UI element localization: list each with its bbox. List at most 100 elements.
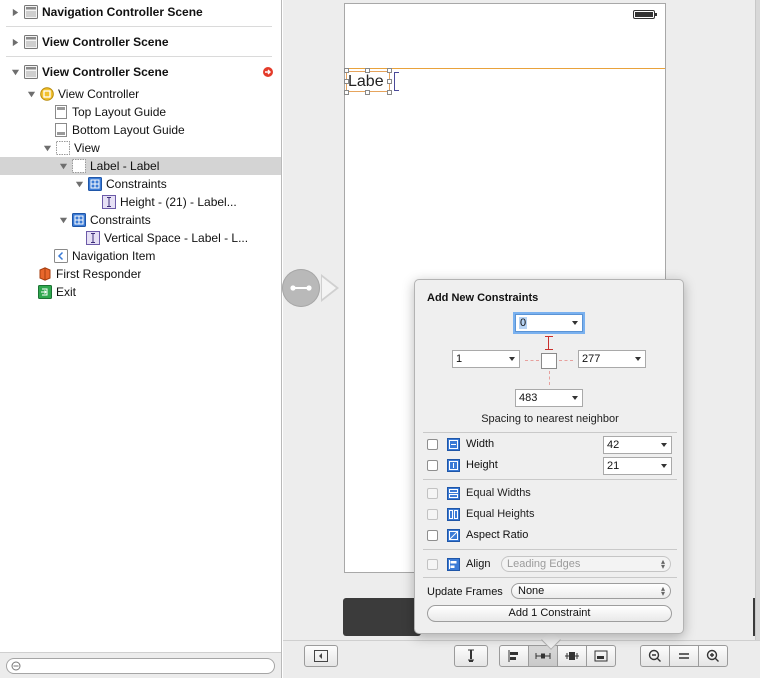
pin-icon <box>535 653 551 659</box>
aspect-ratio-option[interactable]: Aspect Ratio <box>427 527 528 543</box>
align-label: Align <box>466 558 491 570</box>
bottom-spacing-strut[interactable] <box>549 371 550 385</box>
height-constraint-icon <box>102 195 116 209</box>
disclosure-expanded-icon[interactable] <box>58 215 68 225</box>
width-value-combo[interactable]: 42 <box>603 436 672 454</box>
resolve-auto-layout-button[interactable] <box>454 645 488 667</box>
disclosure-collapsed-icon[interactable] <box>10 37 20 47</box>
sidebar-toggle-icon <box>314 650 328 662</box>
outline-item-height-constraint[interactable]: Height - (21) - Label... <box>0 193 281 211</box>
resize-handle[interactable] <box>365 68 370 73</box>
outline-item-label: Height - (21) - Label... <box>120 195 237 209</box>
top-layout-guide-line <box>345 68 665 69</box>
equal-heights-checkbox[interactable] <box>427 508 438 520</box>
scene-row-navigation-controller[interactable]: Navigation Controller Scene <box>0 3 281 21</box>
resize-handle[interactable] <box>387 79 392 84</box>
disclosure-expanded-icon[interactable] <box>10 67 20 77</box>
outline-item-constraints-outer[interactable]: Constraints <box>0 211 281 229</box>
equal-widths-checkbox[interactable] <box>427 487 438 499</box>
resize-handle[interactable] <box>387 90 392 95</box>
outline-item-label-label[interactable]: Label - Label <box>0 157 281 175</box>
chevron-down-icon[interactable] <box>661 464 667 468</box>
outline-item-view[interactable]: View <box>0 139 281 157</box>
disclosure-expanded-icon[interactable] <box>58 161 68 171</box>
scene-divider <box>6 56 272 57</box>
vertical-space-icon <box>86 231 100 245</box>
right-spacing-combo[interactable]: 277 <box>578 350 646 368</box>
height-option[interactable]: Height <box>427 457 498 473</box>
update-frames-select[interactable]: None ▴ ▾ <box>511 583 671 599</box>
top-spacing-combo[interactable]: 0 <box>515 314 583 332</box>
outline-filter-input[interactable] <box>6 658 275 674</box>
height-value-combo[interactable]: 21 <box>603 457 672 475</box>
outline-item-label: Exit <box>56 285 77 299</box>
toggle-outline-button[interactable] <box>304 645 338 667</box>
resizing-button[interactable] <box>586 645 616 667</box>
resolve-issues-button[interactable] <box>557 645 587 667</box>
label-view[interactable]: Labe <box>346 71 390 92</box>
resize-handle[interactable] <box>344 90 349 95</box>
resolve-icon <box>565 652 579 660</box>
outline-item-bottom-layout-guide[interactable]: Bottom Layout Guide <box>0 121 281 139</box>
warning-arrow-icon[interactable] <box>263 67 273 77</box>
top-spacing-strut[interactable] <box>545 336 553 350</box>
scene-row-view-controller-1[interactable]: View Controller Scene <box>0 33 281 51</box>
outline-item-label: View Controller <box>58 87 140 101</box>
chevron-down-icon[interactable] <box>572 321 578 325</box>
view-icon <box>56 141 70 155</box>
zoom-actual-button[interactable] <box>669 645 699 667</box>
zoom-out-button[interactable] <box>640 645 670 667</box>
chevron-down-icon[interactable] <box>635 357 641 361</box>
outline-item-constraints-inner[interactable]: Constraints <box>0 175 281 193</box>
right-spacing-strut[interactable] <box>559 360 573 361</box>
resize-handle[interactable] <box>365 90 370 95</box>
outline-filter-bar <box>0 652 281 678</box>
outline-item-view-controller[interactable]: View Controller <box>0 85 281 103</box>
equal-widths-icon <box>447 486 460 500</box>
outline-item-navigation-item[interactable]: Navigation Item <box>0 247 281 265</box>
resize-handle[interactable] <box>344 68 349 73</box>
resize-handle[interactable] <box>387 68 392 73</box>
height-checkbox[interactable] <box>427 459 438 471</box>
scene-icon <box>24 65 38 79</box>
canvas-scroller[interactable] <box>755 0 760 640</box>
outline-item-top-layout-guide[interactable]: Top Layout Guide <box>0 103 281 121</box>
disclosure-expanded-icon[interactable] <box>26 89 36 99</box>
left-spacing-combo[interactable]: 1 <box>452 350 520 368</box>
scene-icon <box>24 35 38 49</box>
outline-item-label: Top Layout Guide <box>72 105 167 119</box>
disclosure-expanded-icon[interactable] <box>74 179 84 189</box>
scene-row-view-controller-2[interactable]: View Controller Scene <box>0 63 281 81</box>
chevron-down-icon[interactable] <box>661 443 667 447</box>
outline-item-label: First Responder <box>56 267 142 281</box>
align-checkbox[interactable] <box>427 558 438 570</box>
popover-divider <box>423 432 677 433</box>
popover-divider <box>423 479 677 480</box>
align-select[interactable]: Leading Edges ▴ ▾ <box>501 556 671 572</box>
add-constraint-button[interactable]: Add 1 Constraint <box>427 605 672 622</box>
chevron-down-icon[interactable] <box>509 357 515 361</box>
relationship-segue-icon[interactable] <box>282 269 320 307</box>
disclosure-expanded-icon[interactable] <box>42 143 52 153</box>
view-controller-icon <box>40 87 54 101</box>
width-option[interactable]: Width <box>427 436 494 452</box>
aspect-ratio-checkbox[interactable] <box>427 529 438 541</box>
outline-item-label: Vertical Space - Label - L... <box>104 231 249 245</box>
zoom-in-button[interactable] <box>698 645 728 667</box>
document-outline: Navigation Controller Scene View Control… <box>0 0 282 678</box>
width-checkbox[interactable] <box>427 438 438 450</box>
outline-item-vertical-space[interactable]: Vertical Space - Label - L... <box>0 229 281 247</box>
disclosure-collapsed-icon[interactable] <box>10 7 20 17</box>
segue-arrow <box>321 274 339 302</box>
pin-button[interactable] <box>528 645 558 667</box>
outline-item-exit[interactable]: Exit <box>0 283 281 301</box>
scene-dock <box>343 598 421 636</box>
chevron-down-icon[interactable] <box>572 396 578 400</box>
align-icon <box>447 557 460 571</box>
align-button[interactable] <box>499 645 529 667</box>
left-spacing-strut[interactable] <box>525 360 539 361</box>
resize-handle[interactable] <box>344 79 349 84</box>
scene-label: View Controller Scene <box>42 65 169 79</box>
outline-item-first-responder[interactable]: First Responder <box>0 265 281 283</box>
bottom-spacing-combo[interactable]: 483 <box>515 389 583 407</box>
